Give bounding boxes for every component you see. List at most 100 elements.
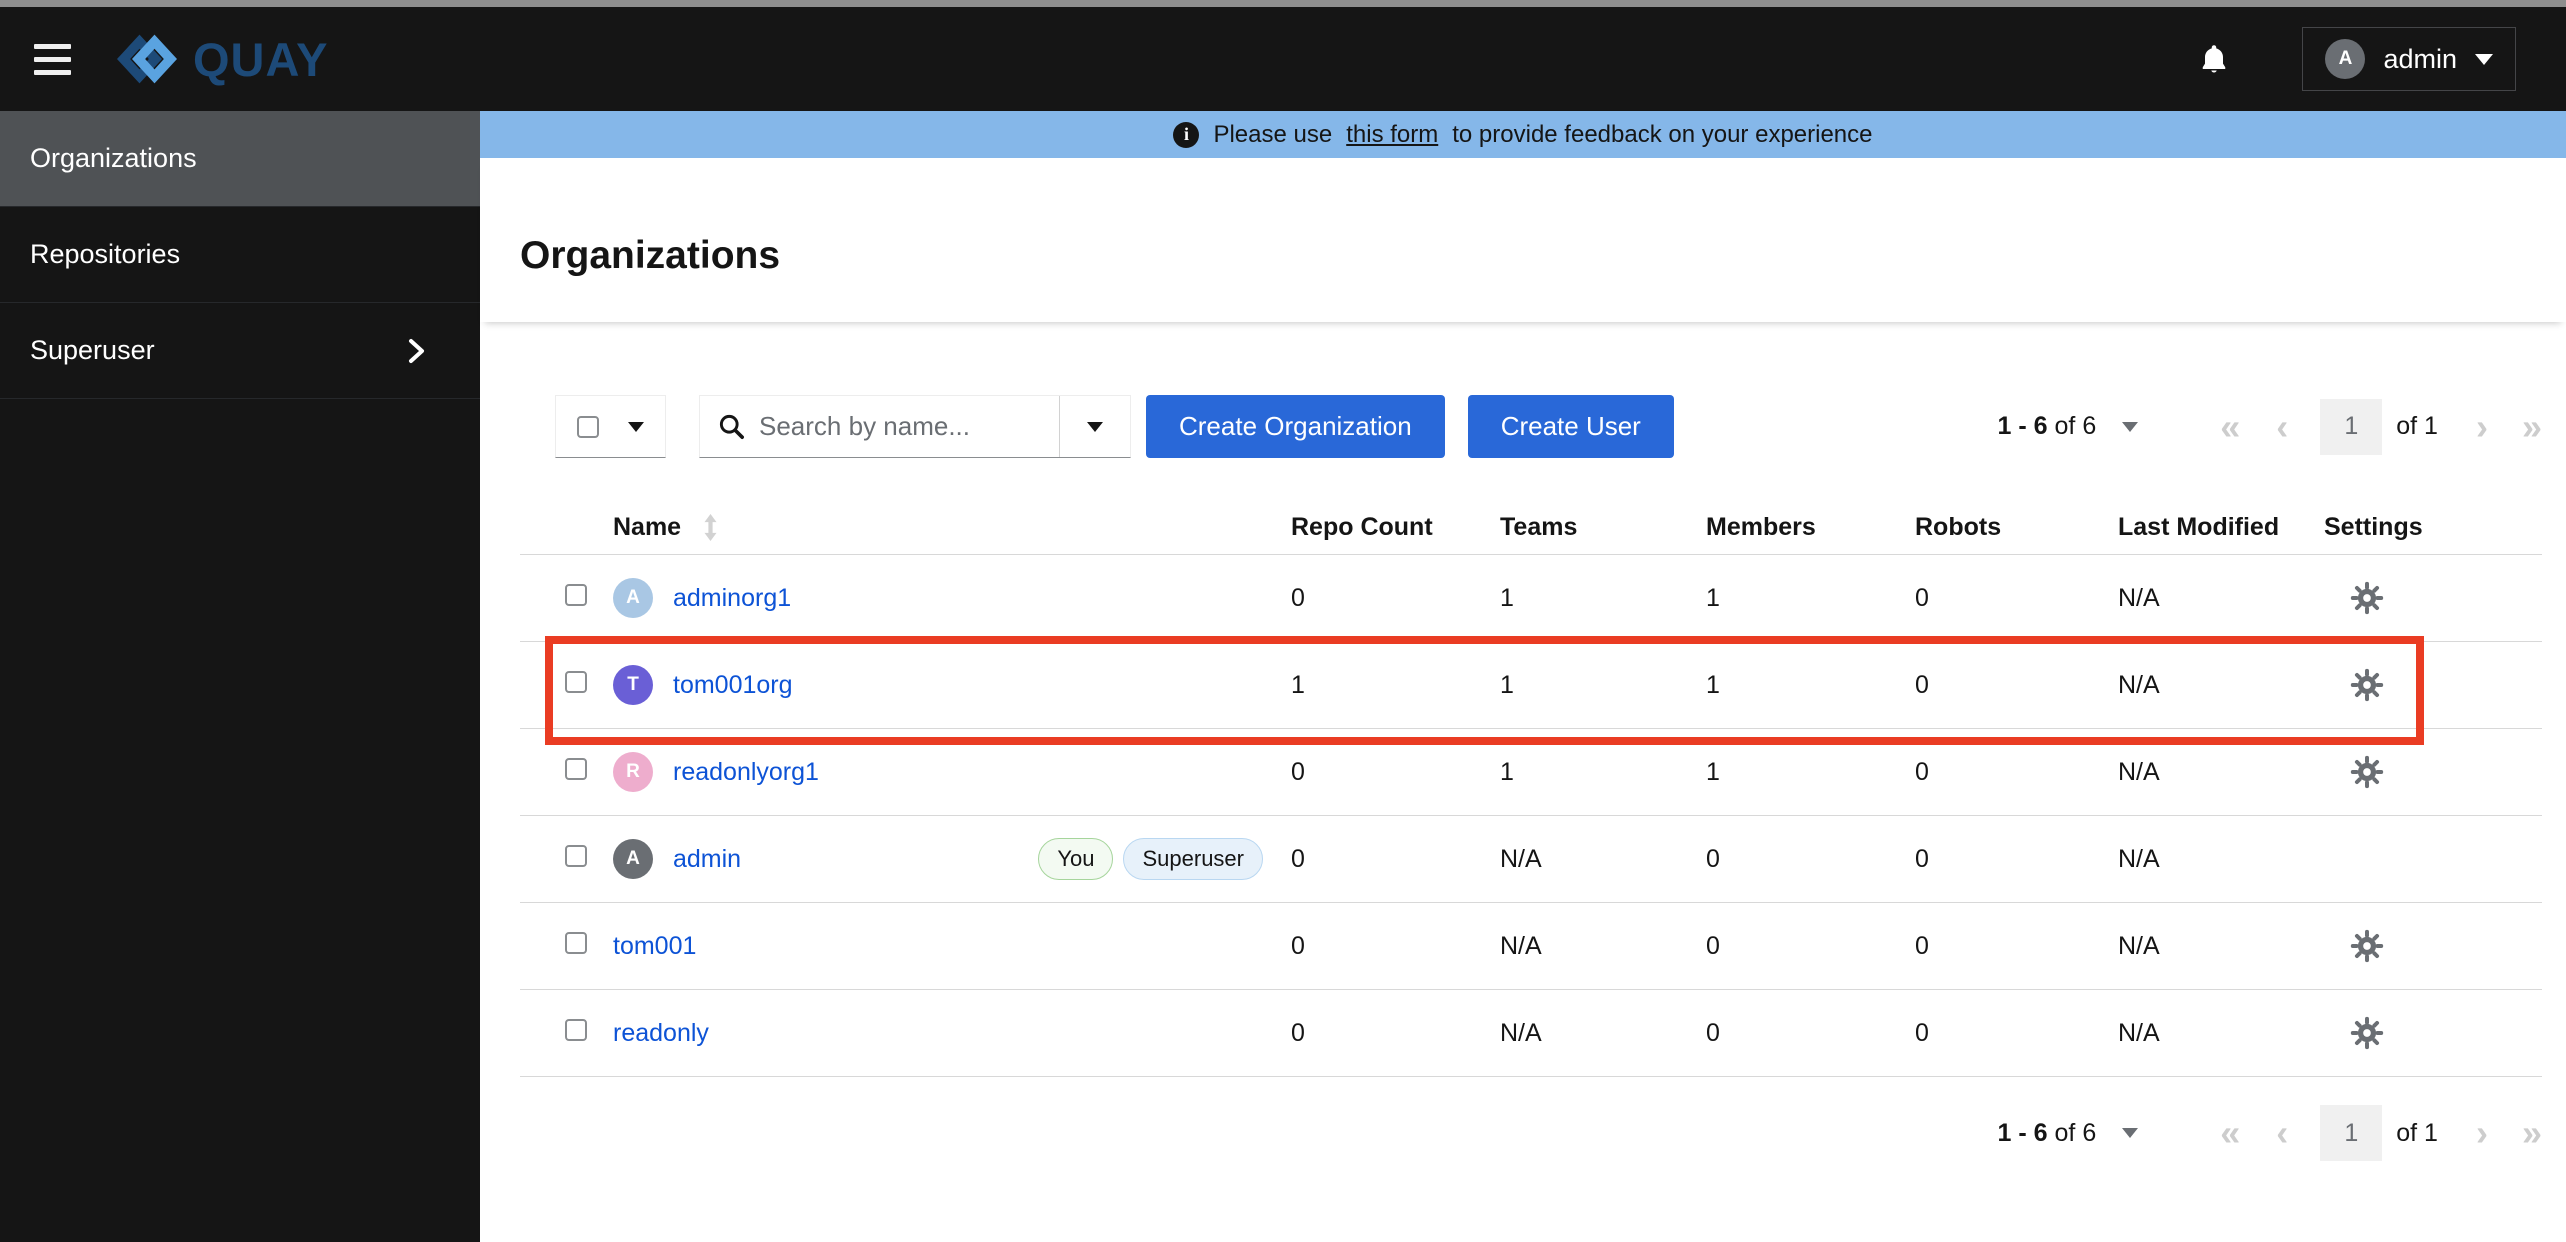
column-header-settings: Settings <box>2324 512 2423 541</box>
repo-count-value: 1 <box>1291 670 1305 699</box>
chevron-down-icon <box>2475 53 2493 65</box>
current-page-input[interactable]: 1 <box>2320 1105 2383 1161</box>
last-modified-value: N/A <box>2118 1018 2160 1047</box>
teams-value: 1 <box>1500 670 1514 699</box>
robots-value: 0 <box>1915 757 1929 786</box>
robots-value: 0 <box>1915 931 1929 960</box>
robots-value: 0 <box>1915 844 1929 873</box>
page-header: Organizations <box>480 158 2566 322</box>
table-row-adminorg1: A adminorg1 0 1 1 0 N/A <box>520 555 2542 642</box>
table-row-tom001: tom001 0 N/A 0 0 N/A <box>520 903 2542 990</box>
banner-text-suffix: to provide feedback on your experience <box>1452 120 1873 148</box>
robots-value: 0 <box>1915 670 1929 699</box>
sidebar: Organizations Repositories Superuser <box>0 111 480 1242</box>
first-page-button[interactable]: « <box>2220 408 2240 445</box>
org-avatar: R <box>613 752 653 792</box>
row-checkbox[interactable] <box>565 844 587 867</box>
members-value: 1 <box>1706 670 1720 699</box>
teams-value: N/A <box>1500 1018 1542 1047</box>
column-header-members: Members <box>1706 512 1816 541</box>
search-input[interactable] <box>759 411 1059 442</box>
members-value: 0 <box>1706 1018 1720 1047</box>
row-checkbox[interactable] <box>565 583 587 606</box>
page-title: Organizations <box>520 234 781 277</box>
robots-value: 0 <box>1915 1018 1929 1047</box>
org-avatar: T <box>613 665 653 705</box>
settings-button[interactable] <box>2350 929 2384 963</box>
members-value: 1 <box>1706 757 1720 786</box>
feedback-form-link[interactable]: this form <box>1346 121 1438 149</box>
robots-value: 0 <box>1915 583 1929 612</box>
repo-count-value: 0 <box>1291 931 1305 960</box>
chevron-down-icon <box>1087 421 1103 432</box>
sidebar-item-superuser[interactable]: Superuser <box>0 303 480 399</box>
members-value: 0 <box>1706 931 1720 960</box>
chevron-down-icon <box>628 421 644 432</box>
brand-name: QUAY <box>193 32 329 86</box>
quay-brand[interactable]: QUAY <box>117 32 328 87</box>
current-page-input[interactable]: 1 <box>2320 398 2383 455</box>
sort-icon[interactable] <box>703 513 718 541</box>
org-avatar: A <box>613 578 653 618</box>
chevron-down-icon[interactable] <box>2122 421 2139 432</box>
settings-button[interactable] <box>2350 581 2384 615</box>
chevron-down-icon[interactable] <box>2122 1128 2139 1138</box>
settings-button[interactable] <box>2350 1016 2384 1050</box>
gear-icon <box>2350 581 2384 615</box>
sidebar-item-repositories[interactable]: Repositories <box>0 207 480 303</box>
gear-icon <box>2350 668 2384 702</box>
sidebar-item-organizations[interactable]: Organizations <box>0 111 480 207</box>
gear-icon <box>2350 929 2384 963</box>
teams-value: N/A <box>1500 844 1542 873</box>
repo-count-value: 0 <box>1291 583 1305 612</box>
bell-icon <box>2203 45 2226 73</box>
column-header-repo-count: Repo Count <box>1291 512 1433 541</box>
chevron-right-icon <box>409 338 424 363</box>
row-checkbox[interactable] <box>565 1018 587 1041</box>
last-page-button[interactable]: » <box>2522 408 2542 445</box>
search-filter-dropdown[interactable] <box>1060 421 1130 432</box>
org-link[interactable]: readonlyorg1 <box>673 758 819 787</box>
user-menu-toggle[interactable]: A admin <box>2302 27 2516 91</box>
members-value: 0 <box>1706 844 1720 873</box>
last-modified-value: N/A <box>2118 844 2160 873</box>
settings-button[interactable] <box>2350 755 2384 789</box>
last-modified-value: N/A <box>2118 583 2160 612</box>
first-page-button[interactable]: « <box>2220 1115 2240 1151</box>
org-link[interactable]: tom001 <box>613 932 696 961</box>
create-user-button[interactable]: Create User <box>1467 395 1674 458</box>
next-page-button[interactable]: › <box>2476 1115 2488 1151</box>
previous-page-button[interactable]: ‹ <box>2276 408 2288 445</box>
last-page-button[interactable]: » <box>2522 1115 2542 1151</box>
bulk-select-dropdown[interactable] <box>555 395 666 458</box>
org-link[interactable]: adminorg1 <box>673 584 791 613</box>
bulk-select-checkbox[interactable] <box>577 415 599 438</box>
table-header-row: Name Repo Count Teams Members Robots Las… <box>520 500 2542 555</box>
column-header-name[interactable]: Name <box>613 513 681 542</box>
next-page-button[interactable]: › <box>2476 408 2488 445</box>
org-link[interactable]: tom001org <box>673 671 793 700</box>
org-link[interactable]: readonly <box>613 1019 709 1048</box>
sidebar-toggle-button[interactable] <box>32 38 73 81</box>
create-organization-button[interactable]: Create Organization <box>1146 395 1445 458</box>
previous-page-button[interactable]: ‹ <box>2276 1115 2288 1151</box>
you-badge: You <box>1038 838 1114 880</box>
org-link[interactable]: admin <box>673 845 741 874</box>
column-header-last-modified: Last Modified <box>2118 512 2280 541</box>
row-checkbox[interactable] <box>565 757 587 780</box>
notifications-button[interactable] <box>2196 41 2232 77</box>
content: Create Organization Create User 1 - 6 of… <box>480 395 2566 1163</box>
settings-button[interactable] <box>2350 668 2384 702</box>
main-area: i Please use this form to provide feedba… <box>480 111 2566 1242</box>
table-row-readonlyorg1: R readonlyorg1 0 1 1 0 N/A <box>520 729 2542 816</box>
row-checkbox[interactable] <box>565 670 587 693</box>
pagination-bottom: 1 - 6 of 6 « ‹ 1 of 1 › » <box>520 1103 2542 1163</box>
row-checkbox[interactable] <box>565 931 587 954</box>
superuser-badge: Superuser <box>1123 838 1263 880</box>
column-header-teams: Teams <box>1500 512 1578 541</box>
pagination-range[interactable]: 1 - 6 of 6 <box>1998 412 2097 441</box>
table-row-readonly: readonly 0 N/A 0 0 N/A <box>520 990 2542 1077</box>
teams-value: N/A <box>1500 931 1542 960</box>
last-modified-value: N/A <box>2118 670 2160 699</box>
pagination-range[interactable]: 1 - 6 of 6 <box>1998 1119 2097 1148</box>
